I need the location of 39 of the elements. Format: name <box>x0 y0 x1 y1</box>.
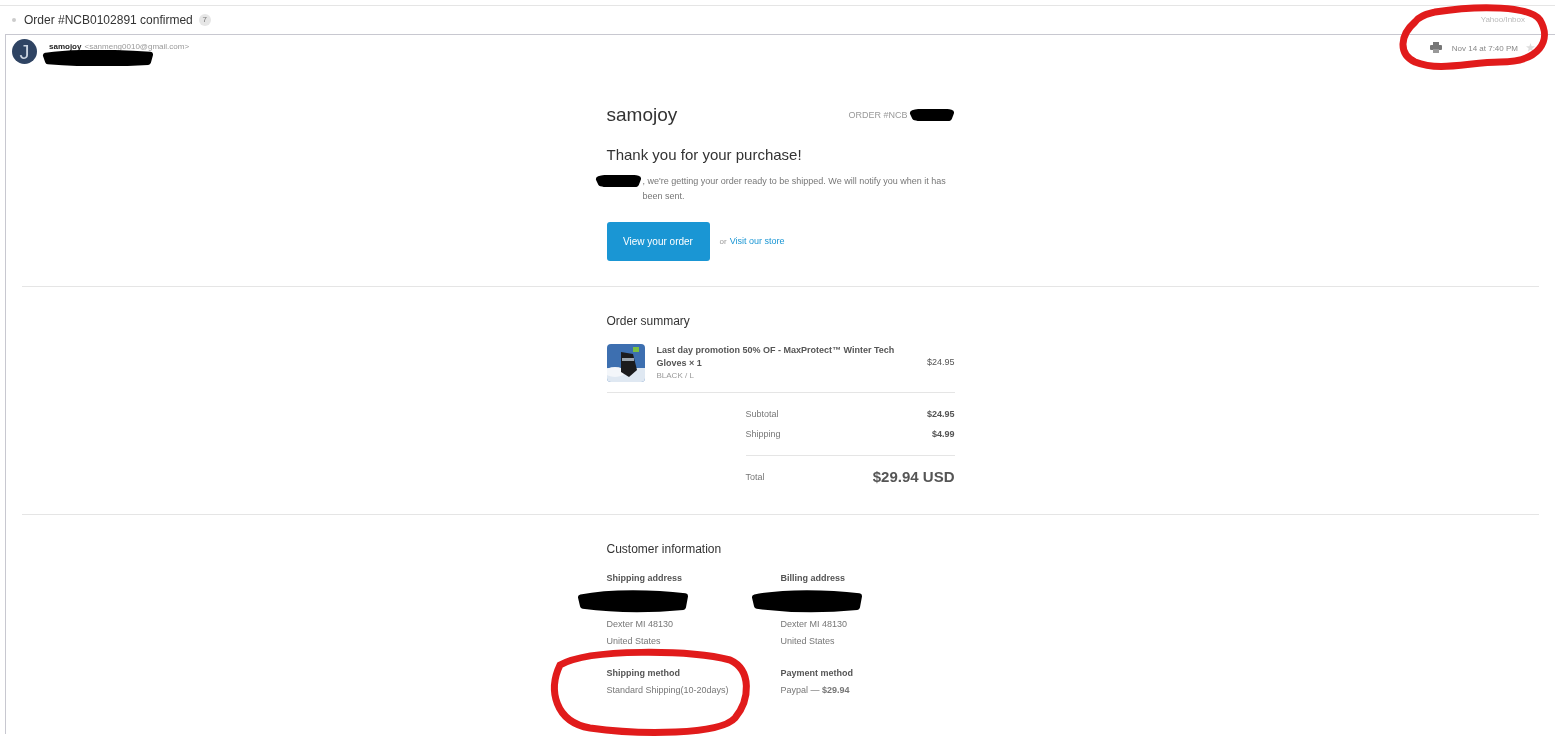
summary-label: Subtotal <box>745 408 779 422</box>
info-line: Paypal — $29.94 <box>780 683 851 697</box>
info-title: Shipping method <box>606 667 681 680</box>
avatar: J <box>12 39 37 64</box>
summary-label: Shipping <box>745 428 781 442</box>
store-link[interactable]: Visit our store <box>729 234 785 249</box>
section-title: Order summary <box>606 313 691 330</box>
summary-value: $24.95 <box>926 408 955 422</box>
order-number: ORDER #NCB <box>848 108 908 122</box>
intro-text: , we're getting your order ready to be shipped. We will notify you when it has been sent. <box>642 175 947 203</box>
redaction-scribble <box>908 109 955 122</box>
star-icon[interactable] <box>1526 43 1535 52</box>
shop-name: samojoy <box>606 103 678 127</box>
info-title: Billing address <box>780 571 847 585</box>
thank-you-heading: Thank you for your purchase! <box>606 144 803 165</box>
section-title: Customer information <box>606 540 723 558</box>
sender-email: <sanmeng0010@gmail.com> <box>84 41 190 53</box>
product-variant: BLACK / L <box>656 370 695 382</box>
product-price: $24.95 <box>926 356 955 370</box>
view-order-button[interactable]: View your order <box>606 222 710 261</box>
info-line: Standard Shipping(10-20days) <box>606 683 730 697</box>
message-count: 7 <box>198 14 211 26</box>
info-line: United States <box>780 635 836 648</box>
summary-value: $4.99 <box>931 428 955 442</box>
message-date: Nov 14 at 7:40 PM <box>1451 43 1518 55</box>
redaction-scribble <box>594 175 642 187</box>
total-value: $29.94 USD <box>872 467 955 487</box>
info-line: United States <box>606 635 662 648</box>
product-name: Last day promotion 50% OF - MaxProtect™ Winter Tech Gloves × 1 <box>656 344 896 370</box>
print-icon[interactable] <box>1429 42 1442 53</box>
info-title: Shipping address <box>606 571 683 585</box>
info-title: Payment method <box>780 667 854 680</box>
sender-name[interactable]: samojoy <box>49 41 82 53</box>
email-subject: Order #NCB0102891 confirmed <box>24 12 193 29</box>
info-line: Dexter MI 48130 <box>780 618 849 631</box>
or-text: or <box>719 235 727 248</box>
total-label: Total <box>745 470 765 484</box>
folder-label[interactable]: Yahoo/Inbox <box>1480 14 1525 26</box>
info-line: Dexter MI 48130 <box>606 618 675 631</box>
